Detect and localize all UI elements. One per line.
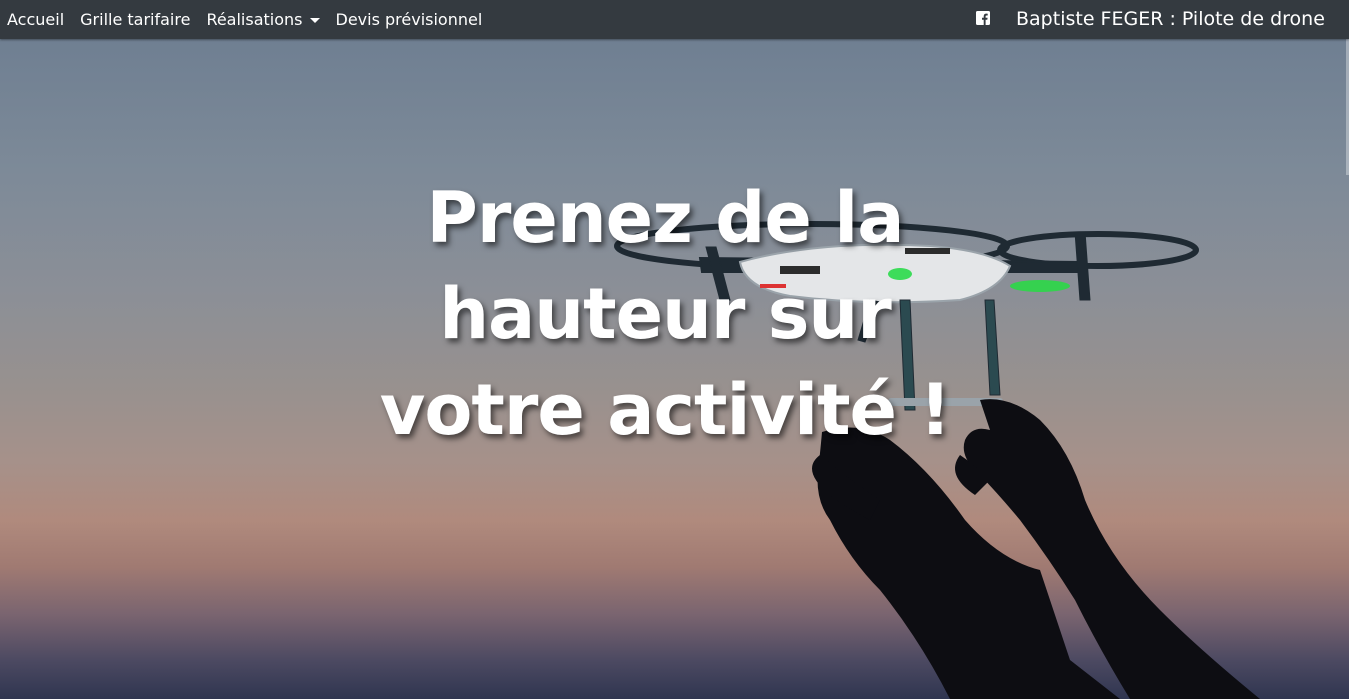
nav-item-label: Accueil bbox=[7, 10, 65, 29]
nav-item-realisations-dropdown[interactable]: Réalisations bbox=[206, 10, 320, 29]
nav-menu: Accueil Grille tarifaire Réalisations De… bbox=[7, 0, 498, 39]
hero-title: Prenez de la hauteur sur votre activité … bbox=[360, 170, 970, 458]
nav-item-label: Devis prévisionnel bbox=[335, 10, 483, 29]
hero-title-line: hauteur sur bbox=[439, 273, 892, 355]
nav-item-grille-tarifaire[interactable]: Grille tarifaire bbox=[80, 10, 190, 29]
site-brand[interactable]: Baptiste FEGER : Pilote de drone bbox=[1016, 0, 1325, 39]
hero-title-line: Prenez de la bbox=[426, 177, 905, 259]
caret-down-icon bbox=[309, 18, 320, 23]
nav-item-devis-previsionnel[interactable]: Devis prévisionnel bbox=[336, 10, 483, 29]
top-navbar: Accueil Grille tarifaire Réalisations De… bbox=[0, 0, 1349, 39]
nav-item-accueil[interactable]: Accueil bbox=[7, 10, 64, 29]
nav-item-label: Réalisations bbox=[206, 10, 303, 29]
hero-banner: Prenez de la hauteur sur votre activité … bbox=[0, 39, 1349, 699]
hero-title-line: votre activité ! bbox=[379, 369, 952, 451]
nav-item-label: Grille tarifaire bbox=[80, 10, 191, 29]
facebook-icon[interactable] bbox=[976, 11, 990, 25]
